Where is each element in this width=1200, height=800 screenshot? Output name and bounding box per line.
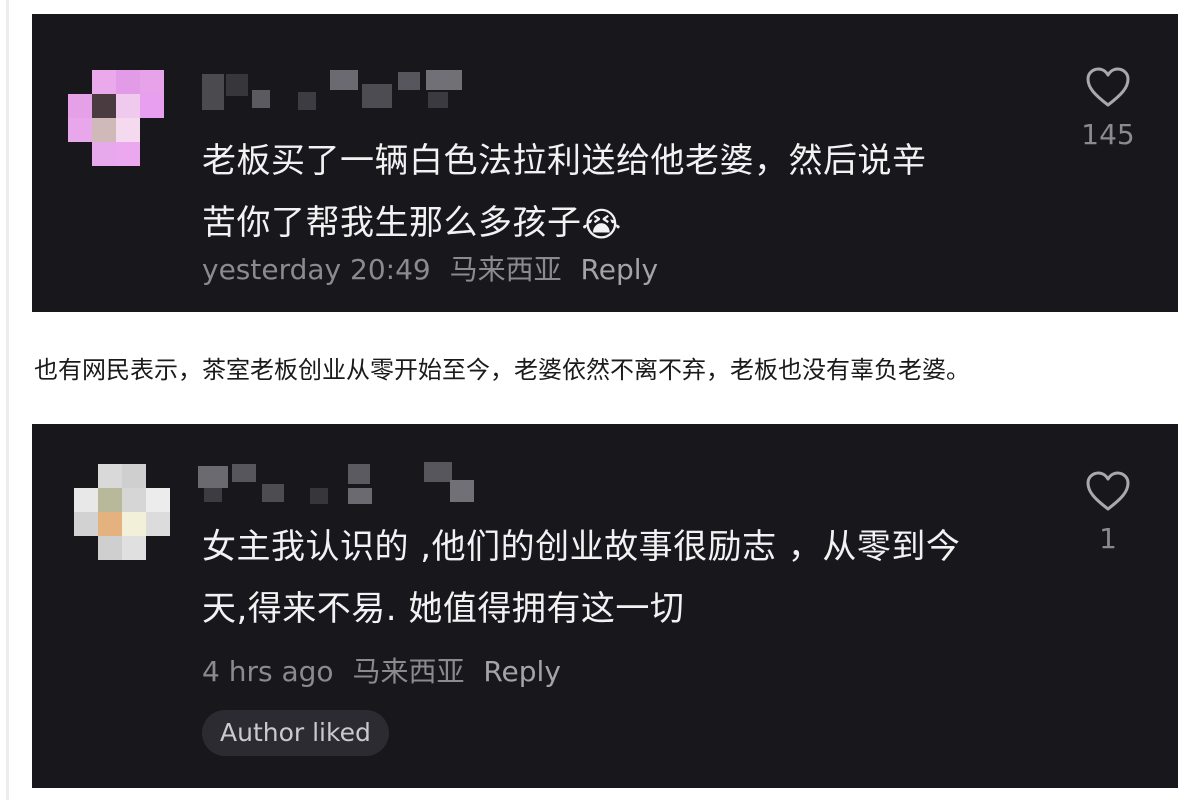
comment-text: 老板买了一辆白色法拉利送给他老婆，然后说辛 苦你了帮我生那么多孩子😭 bbox=[202, 130, 1062, 256]
comment-location: 马来西亚 bbox=[352, 655, 465, 688]
comment-line-text: 苦你了帮我生那么多孩子 bbox=[202, 203, 582, 243]
comment-line: 老板买了一辆白色法拉利送给他老婆，然后说辛 bbox=[202, 141, 927, 181]
comment-card-2: 女主我认识的 ,他们的创业故事很励志 ，从零到今 天,得来不易. 她值得拥有这一… bbox=[32, 424, 1178, 788]
username-pixelated[interactable] bbox=[202, 70, 492, 110]
username-pixelated[interactable] bbox=[198, 462, 488, 504]
comment-text: 女主我认识的 ,他们的创业故事很励志 ，从零到今 天,得来不易. 她值得拥有这一… bbox=[202, 516, 1062, 640]
comment-line: 苦你了帮我生那么多孩子😭 bbox=[202, 192, 1062, 256]
article-paragraph: 也有网民表示，茶室老板创业从零开始至今，老婆依然不离不弃，老板也没有辜负老婆。 bbox=[34, 356, 970, 384]
comment-location: 马来西亚 bbox=[449, 253, 562, 286]
avatar[interactable] bbox=[74, 464, 170, 560]
avatar[interactable] bbox=[68, 70, 164, 166]
page-left-border bbox=[6, 0, 9, 800]
comment-timestamp: 4 hrs ago bbox=[202, 655, 334, 688]
comment-line: 女主我认识的 ,他们的创业故事很励志 ，从零到今 bbox=[202, 527, 961, 567]
reply-button[interactable]: Reply bbox=[581, 253, 659, 286]
heart-outline-icon[interactable] bbox=[1085, 470, 1131, 512]
article-page: 老板买了一辆白色法拉利送给他老婆，然后说辛 苦你了帮我生那么多孩子😭 yeste… bbox=[0, 0, 1200, 800]
comment-timestamp: yesterday 20:49 bbox=[202, 253, 431, 286]
author-liked-badge: Author liked bbox=[202, 710, 389, 756]
like-count: 145 bbox=[1081, 118, 1135, 151]
comment-meta: yesterday 20:49 马来西亚 Reply bbox=[202, 248, 668, 288]
like-control: 1 bbox=[1058, 470, 1158, 555]
comment-meta: 4 hrs ago 马来西亚 Reply bbox=[202, 650, 571, 690]
comment-card-1: 老板买了一辆白色法拉利送给他老婆，然后说辛 苦你了帮我生那么多孩子😭 yeste… bbox=[32, 14, 1178, 312]
reply-button[interactable]: Reply bbox=[483, 655, 561, 688]
crying-emoji: 😭 bbox=[581, 204, 622, 245]
comment-line: 天,得来不易. 她值得拥有这一切 bbox=[202, 589, 685, 629]
like-control: 145 bbox=[1058, 66, 1158, 151]
like-count: 1 bbox=[1099, 522, 1117, 555]
heart-outline-icon[interactable] bbox=[1085, 66, 1131, 108]
